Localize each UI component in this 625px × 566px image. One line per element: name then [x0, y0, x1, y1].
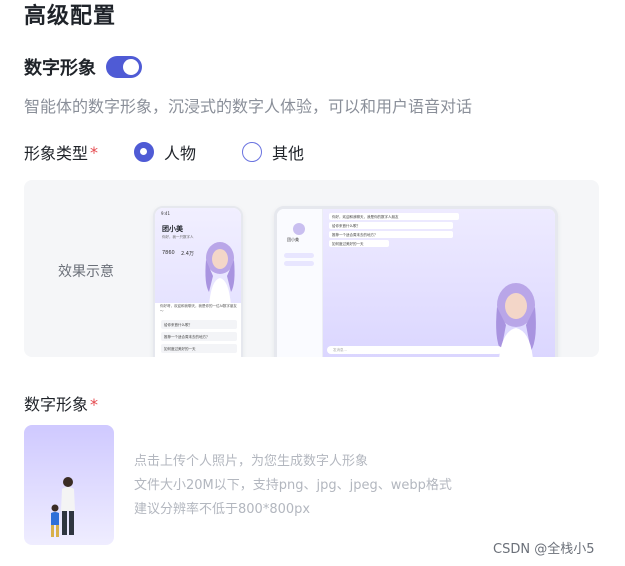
tablet-chat-bubble: 推荐一个适合周末去的地方？	[329, 231, 453, 238]
required-mark: *	[90, 395, 99, 414]
phone-stat-a: 7860	[162, 250, 175, 256]
phone-avatar-subtitle: 你好，我一只数字人	[162, 235, 194, 239]
upload-tips: 点击上传个人照片，为您生成数字人形象 文件大小20M以下，支持png、jpg、j…	[134, 450, 452, 522]
upload-tip: 文件大小20M以下，支持png、jpg、jpeg、webp格式	[134, 478, 452, 493]
digital-human-toggle-row: 数字形象	[24, 54, 142, 80]
phone-avatar-name: 团小美	[162, 225, 183, 233]
phone-stat-b: 2.4万	[181, 251, 194, 257]
toggle-knob	[123, 59, 139, 75]
tablet-sidebar: 团小美	[277, 209, 323, 357]
tablet-chat-bubble: 你好，欢迎和我聊天，我是你的数字人朋友	[329, 213, 459, 220]
tablet-chat-input: 发消息...	[327, 346, 502, 354]
phone-header: 9:41 团小美 你好，我一只数字人 7860 2.4万	[155, 208, 241, 306]
tablet-mockup: 团小美 你好，欢迎和我聊天，我是你的数字人朋友 给你来首什么歌？ 推荐一个适合周…	[274, 206, 558, 357]
digital-human-description: 智能体的数字形象，沉浸式的数字人体验，可以和用户语音对话	[24, 97, 473, 116]
upload-tip: 建议分辨率不低于800*800px	[134, 502, 311, 517]
required-mark: *	[90, 142, 99, 162]
digital-human-label: 数字形象	[24, 58, 96, 79]
phone-avatar-figure	[205, 242, 235, 306]
radio-person-label: 人物	[164, 144, 197, 163]
avatar-type-row: 形象类型 * 人物 其他	[24, 140, 304, 164]
tablet-side-chip	[284, 261, 314, 266]
avatar-type-label: 形象类型	[24, 144, 89, 163]
radio-other-label: 其他	[272, 144, 305, 163]
phone-status-time: 9:41	[161, 211, 170, 216]
upload-tip: 点击上传个人照片，为您生成数字人形象	[134, 454, 369, 469]
avatar-upload-title-row: 数字形象 *	[24, 391, 98, 415]
radio-other-circle[interactable]	[242, 142, 263, 162]
phone-intro-text: 你好呀，欢迎和我聊天，我是你的一位AI数字朋友～	[160, 304, 237, 313]
radio-person[interactable]: 人物	[134, 140, 196, 164]
tablet-avatar-icon	[293, 223, 305, 235]
tablet-chat-bubble: 如何度过美好的一天	[329, 240, 389, 247]
avatar-upload-thumbnail[interactable]	[24, 425, 114, 545]
effect-preview-label: 效果示意	[58, 264, 114, 280]
phone-question: 如何度过美好的一天	[161, 344, 237, 353]
avatar-upload-label: 数字形象	[24, 395, 89, 414]
radio-person-circle[interactable]	[134, 142, 155, 162]
tablet-side-chip	[284, 253, 314, 258]
person-photo-figure	[51, 477, 75, 537]
phone-question: 给你来首什么歌？	[161, 320, 237, 329]
phone-mockup: 9:41 团小美 你好，我一只数字人 7860 2.4万 你好呀，欢迎和我聊天，…	[153, 206, 243, 357]
tablet-chat-bubble: 给你来首什么歌？	[329, 222, 453, 229]
watermark: CSDN @全栈小5	[493, 542, 595, 557]
effect-preview-panel: 效果示意 9:41 团小美 你好，我一只数字人 7860 2.4万 你好呀，欢迎…	[24, 180, 599, 357]
tablet-avatar-name: 团小美	[287, 237, 299, 242]
radio-other[interactable]: 其他	[242, 140, 304, 164]
digital-human-toggle[interactable]	[106, 56, 142, 78]
phone-question: 推荐一个适合周末去的地方？	[161, 332, 237, 341]
section-title: 高级配置	[24, 4, 117, 29]
